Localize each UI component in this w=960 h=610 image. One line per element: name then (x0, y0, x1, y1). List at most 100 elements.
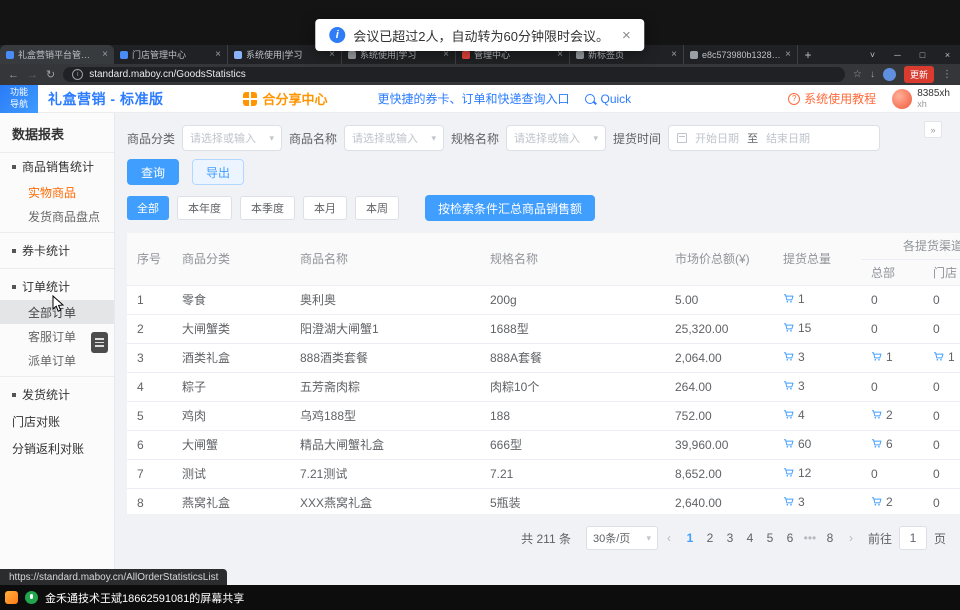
pagination-page[interactable]: 2 (700, 526, 720, 550)
quick-filter-chip[interactable]: 本季度 (240, 196, 295, 220)
sidebar-section[interactable]: 订单统计 (0, 273, 114, 300)
minimize-icon[interactable]: ─ (885, 50, 910, 60)
menu-kebab-icon[interactable]: ⋮ (942, 69, 952, 80)
address-bar-icons: ☆ ↓ 更新 ⋮ (853, 66, 952, 83)
cell: 鸡肉 (172, 401, 290, 430)
site-info-icon: i (72, 69, 83, 80)
pickup-count: 1 (933, 350, 955, 364)
close-icon[interactable]: × (622, 27, 631, 44)
cart-icon (871, 409, 882, 420)
url-field[interactable]: i standard.maboy.cn/GoodsStatistics (63, 67, 845, 82)
quick-filter-row: 全部本年度本季度本月本周 按检索条件汇总商品销售额 (127, 195, 960, 221)
cell: 2,640.00 (665, 488, 773, 514)
pickup-count: 3 (783, 495, 805, 509)
pagination-page[interactable]: 8 (820, 526, 840, 550)
quick-entry-tip: 更快捷的券卡、订单和快递查询入口 (377, 90, 569, 107)
sidebar-item[interactable]: 门店对账 (0, 408, 114, 435)
quick-filter-chip[interactable]: 本年度 (177, 196, 232, 220)
pagination-page[interactable]: 5 (760, 526, 780, 550)
cart-icon (783, 293, 794, 304)
window-controls: ˅ ─ □ × (860, 45, 960, 64)
browser-profile-avatar[interactable] (883, 68, 896, 81)
tab-close-icon[interactable]: × (215, 49, 221, 60)
sidebar-section[interactable]: 发货统计 (0, 381, 114, 408)
quick-filter-chip[interactable]: 本周 (355, 196, 399, 220)
tab-favicon-icon (120, 51, 128, 59)
sidebar-drag-handle[interactable] (91, 332, 108, 353)
prev-page-icon[interactable]: ‹ (665, 531, 673, 545)
search-icon (585, 94, 595, 104)
cell: 3 (773, 488, 861, 514)
tab-favicon-icon (576, 51, 584, 59)
column-header: 序号 (127, 233, 172, 285)
cart-icon (783, 438, 794, 449)
pagination-page[interactable]: 3 (720, 526, 740, 550)
tab-favicon-icon (234, 51, 242, 59)
tab-title: e8c573980b1328a258fd2e6i (702, 50, 781, 60)
export-button[interactable]: 导出 (192, 159, 244, 185)
cell: 1 (773, 285, 861, 314)
cell: 60 (773, 430, 861, 459)
sidebar-item[interactable]: 发货商品盘点 (0, 204, 114, 228)
pagination-ellipsis: ••• (800, 526, 820, 550)
cell: 200g (480, 285, 665, 314)
filter-select[interactable]: 请选择或输入▾ (182, 125, 282, 151)
quick-filter-chip[interactable]: 本月 (303, 196, 347, 220)
page-size-select[interactable]: 30条/页 ▾ (586, 526, 658, 550)
quick-search-link[interactable]: Quick (585, 92, 631, 106)
sidebar-item[interactable]: 实物商品 (0, 180, 114, 204)
cell: 8 (127, 488, 172, 514)
search-button[interactable]: 查询 (127, 159, 179, 185)
browser-tab[interactable]: e8c573980b1328a258fd2e6i × (684, 45, 798, 64)
app-title: 礼盒营销 - 标准版 (48, 89, 163, 109)
pickup-count: 2 (871, 495, 893, 509)
browser-tab[interactable]: 门店管理中心× (114, 45, 228, 64)
username: 8385xh (917, 88, 950, 100)
pickup-count: 3 (783, 350, 805, 364)
back-icon[interactable]: ← (8, 69, 19, 81)
count-value: 1 (798, 292, 805, 306)
sidebar-item[interactable]: 全部订单 (0, 300, 114, 324)
browser-tab[interactable]: 礼盒营销平台管理中心× (0, 45, 114, 64)
divider (0, 232, 114, 233)
download-icon[interactable]: ↓ (870, 69, 875, 80)
reload-icon[interactable]: ↻ (46, 68, 55, 81)
tab-close-icon[interactable]: × (102, 49, 108, 60)
maximize-icon[interactable]: □ (910, 50, 935, 60)
collapse-panel-icon[interactable]: » (924, 121, 942, 138)
tab-search-icon[interactable]: ˅ (860, 50, 885, 60)
sidebar-section[interactable]: 券卡统计 (0, 237, 114, 264)
quick-filter-chip[interactable]: 全部 (127, 196, 169, 220)
tab-close-icon[interactable]: × (671, 49, 677, 60)
cell: 大闸蟹 (172, 430, 290, 459)
date-range-picker[interactable]: 开始日期至结束日期 (668, 125, 880, 151)
browser-update-button[interactable]: 更新 (904, 66, 934, 83)
goto-page-input[interactable]: 1 (899, 526, 927, 550)
filter-select[interactable]: 请选择或输入▾ (506, 125, 606, 151)
user-menu[interactable]: 8385xh xh (892, 88, 950, 110)
app-header: 功能 导航 礼盒营销 - 标准版 合分享中心 更快捷的券卡、订单和快递查询入口 … (0, 85, 960, 113)
cell: 12 (773, 459, 861, 488)
pagination-page[interactable]: 4 (740, 526, 760, 550)
summary-button[interactable]: 按检索条件汇总商品销售额 (425, 195, 595, 221)
sidebar-title: 数据报表 (0, 113, 114, 153)
sidebar-section[interactable]: 商品销售统计 (0, 153, 114, 180)
pagination-page[interactable]: 1 (680, 526, 700, 550)
cell: 5瓶装 (480, 488, 665, 514)
share-center-label: 合分享中心 (262, 89, 327, 108)
window-close-icon[interactable]: × (935, 50, 960, 60)
new-tab-button[interactable]: + (798, 45, 818, 64)
sidebar-item[interactable]: 分销返利对账 (0, 435, 114, 462)
cell: 0 (923, 430, 960, 459)
sales-table: 序号商品分类商品名称规格名称市场价总额(¥)提货总量各提货渠道总部门店 1零食奥… (127, 233, 960, 514)
pagination-page[interactable]: 6 (780, 526, 800, 550)
forward-icon[interactable]: → (27, 69, 38, 81)
tab-close-icon[interactable]: × (785, 49, 791, 60)
filter-select[interactable]: 请选择或输入▾ (344, 125, 444, 151)
share-center-link[interactable]: 合分享中心 (243, 89, 327, 108)
user-subname: xh (917, 99, 950, 109)
tutorial-link[interactable]: ? 系统使用教程 (788, 90, 876, 107)
cell: 精品大闸蟹礼盒 (290, 430, 480, 459)
bookmark-star-icon[interactable]: ☆ (853, 69, 862, 80)
next-page-icon[interactable]: › (847, 531, 855, 545)
